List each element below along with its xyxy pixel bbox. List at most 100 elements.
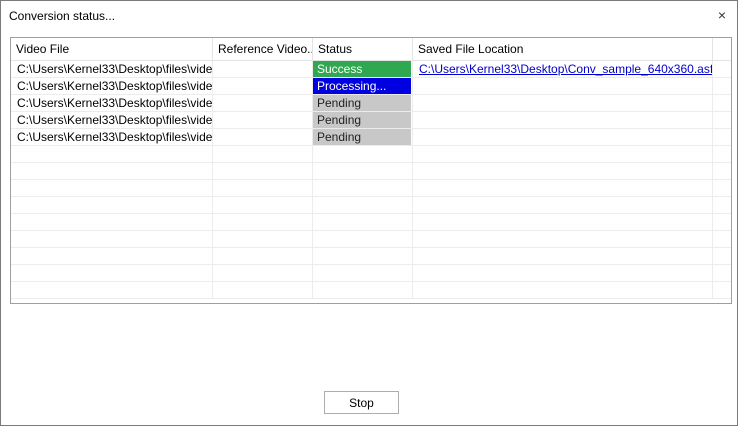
filler-cell [713, 129, 731, 145]
column-header-reference-video[interactable]: Reference Video... [213, 38, 313, 60]
empty-cell [413, 214, 713, 230]
empty-cell [413, 265, 713, 281]
reference-video-cell [213, 95, 313, 111]
table-row[interactable]: C:\Users\Kernel33\Desktop\files\vide... P… [11, 95, 731, 112]
filler-cell [713, 78, 731, 94]
empty-cell [11, 163, 213, 179]
table-row[interactable]: C:\Users\Kernel33\Desktop\files\vide... P… [11, 112, 731, 129]
column-header-video-file[interactable]: Video File [11, 38, 213, 60]
empty-cell [213, 248, 313, 264]
reference-video-cell [213, 129, 313, 145]
conversion-table: Video File Reference Video... Status Sav… [10, 37, 732, 304]
video-file-cell: C:\Users\Kernel33\Desktop\files\vide... [11, 78, 213, 94]
filler-cell [713, 95, 731, 111]
empty-cell [11, 265, 213, 281]
status-badge: Processing... [313, 78, 411, 94]
saved-file-location-cell [413, 95, 713, 111]
empty-cell [213, 163, 313, 179]
empty-cell [313, 231, 413, 247]
empty-cell [313, 146, 413, 162]
empty-cell [11, 214, 213, 230]
filler-cell [713, 61, 731, 77]
empty-cell [11, 231, 213, 247]
status-cell: Pending [313, 112, 413, 128]
empty-table-row [11, 180, 731, 197]
saved-file-location-cell: C:\Users\Kernel33\Desktop\Conv_sample_64… [413, 61, 713, 77]
stop-button[interactable]: Stop [324, 391, 399, 414]
saved-file-location-cell [413, 78, 713, 94]
empty-cell [713, 197, 731, 213]
empty-table-row [11, 231, 731, 248]
empty-cell [11, 197, 213, 213]
empty-cell [11, 282, 213, 298]
empty-cell [713, 248, 731, 264]
empty-cell [213, 282, 313, 298]
reference-video-cell [213, 112, 313, 128]
saved-file-link[interactable]: C:\Users\Kernel33\Desktop\Conv_sample_64… [419, 62, 712, 76]
empty-cell [213, 197, 313, 213]
saved-file-location-cell [413, 112, 713, 128]
empty-cell [11, 248, 213, 264]
empty-cell [313, 163, 413, 179]
empty-cell [413, 282, 713, 298]
empty-cell [213, 214, 313, 230]
column-header-saved-file-location[interactable]: Saved File Location [413, 38, 713, 60]
empty-cell [313, 265, 413, 281]
empty-cell [413, 163, 713, 179]
empty-cell [713, 180, 731, 196]
empty-cell [313, 197, 413, 213]
empty-table-row [11, 282, 731, 299]
empty-cell [313, 180, 413, 196]
status-cell: Success [313, 61, 413, 77]
empty-table-row [11, 248, 731, 265]
empty-cell [313, 214, 413, 230]
title-bar: Conversion status... × [1, 1, 737, 31]
status-badge: Pending [313, 129, 411, 145]
window-title: Conversion status... [9, 9, 116, 23]
empty-cell [213, 265, 313, 281]
empty-cell [413, 231, 713, 247]
table-row[interactable]: C:\Users\Kernel33\Desktop\files\vide... S… [11, 61, 731, 78]
empty-cell [713, 214, 731, 230]
empty-cell [413, 197, 713, 213]
empty-cell [11, 180, 213, 196]
empty-cell [413, 146, 713, 162]
empty-cell [213, 180, 313, 196]
empty-cell [11, 146, 213, 162]
empty-cell [213, 231, 313, 247]
status-cell: Pending [313, 129, 413, 145]
video-file-cell: C:\Users\Kernel33\Desktop\files\vide... [11, 95, 213, 111]
empty-table-row [11, 265, 731, 282]
empty-table-row [11, 214, 731, 231]
status-badge: Pending [313, 112, 411, 128]
empty-cell [713, 265, 731, 281]
video-file-cell: C:\Users\Kernel33\Desktop\files\vide... [11, 61, 213, 77]
table-row[interactable]: C:\Users\Kernel33\Desktop\files\vide... P… [11, 78, 731, 95]
conversion-status-dialog: Conversion status... × Video File Refere… [0, 0, 738, 426]
video-file-cell: C:\Users\Kernel33\Desktop\files\vide... [11, 112, 213, 128]
empty-table-row [11, 163, 731, 180]
column-header-filler [713, 38, 731, 60]
status-badge: Pending [313, 95, 411, 111]
reference-video-cell [213, 61, 313, 77]
empty-cell [713, 231, 731, 247]
column-header-status[interactable]: Status [313, 38, 413, 60]
empty-cell [713, 282, 731, 298]
empty-table-row [11, 146, 731, 163]
table-header: Video File Reference Video... Status Sav… [11, 38, 731, 61]
table-body: C:\Users\Kernel33\Desktop\files\vide... S… [11, 61, 731, 299]
empty-cell [413, 180, 713, 196]
filler-cell [713, 112, 731, 128]
empty-cell [313, 248, 413, 264]
close-icon[interactable]: × [713, 6, 731, 24]
status-badge: Success [313, 61, 411, 77]
empty-cell [413, 248, 713, 264]
video-file-cell: C:\Users\Kernel33\Desktop\files\vide... [11, 129, 213, 145]
reference-video-cell [213, 78, 313, 94]
saved-file-location-cell [413, 129, 713, 145]
status-cell: Pending [313, 95, 413, 111]
table-row[interactable]: C:\Users\Kernel33\Desktop\files\vide... P… [11, 129, 731, 146]
empty-cell [213, 146, 313, 162]
empty-cell [713, 146, 731, 162]
empty-cell [313, 282, 413, 298]
